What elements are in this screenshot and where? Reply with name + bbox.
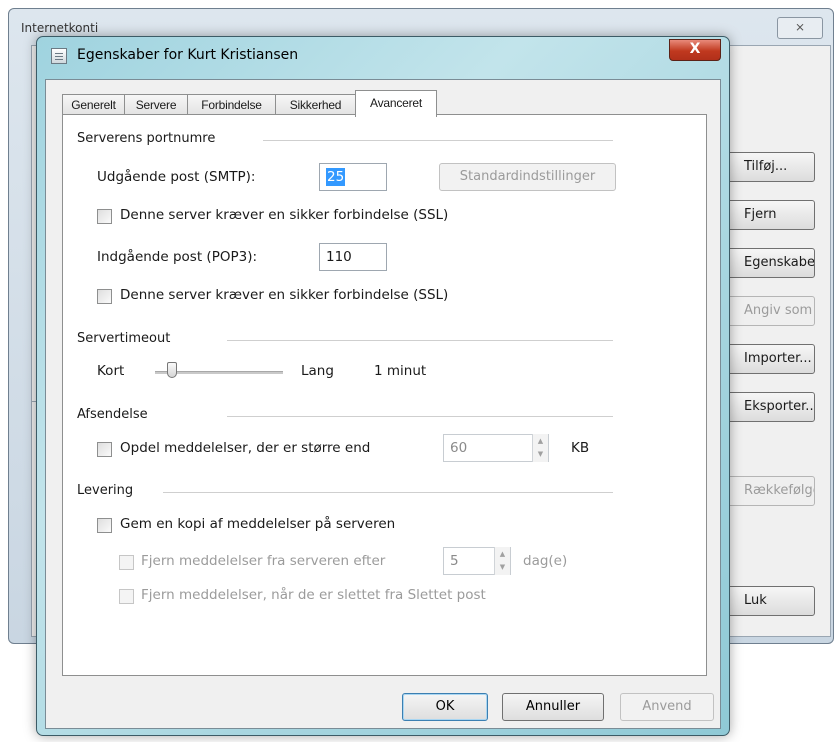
properties-dialog: Egenskaber for Kurt Kristiansen X Genere… xyxy=(36,36,730,736)
pop3-ssl-checkbox[interactable] xyxy=(97,289,112,304)
spinner-down-icon[interactable]: ▼ xyxy=(533,448,548,461)
export-button[interactable]: Eksporter... xyxy=(715,392,815,422)
split-size-unit: KB xyxy=(571,440,590,456)
keep-copy-label: Gem en kopi af meddelelser på serveren xyxy=(120,516,396,532)
smtp-port-label: Udgående post (SMTP): xyxy=(97,169,256,185)
split-messages-checkbox[interactable] xyxy=(97,442,112,457)
dialog-title: Egenskaber for Kurt Kristiansen xyxy=(77,47,299,63)
spinner-down-icon[interactable]: ▼ xyxy=(495,561,510,574)
cancel-button[interactable]: Annuller xyxy=(502,693,604,721)
close-button[interactable]: Luk xyxy=(715,586,815,616)
background-window-close-button[interactable]: ⨯ xyxy=(777,17,823,39)
timeout-long-label: Lang xyxy=(301,363,334,379)
pop3-ssl-label: Denne server kræver en sikker forbindels… xyxy=(120,287,449,303)
add-account-button[interactable]: Tilføj... xyxy=(715,152,815,182)
account-properties-button[interactable]: Egenskaber xyxy=(715,248,815,278)
remove-after-unit: dag(e) xyxy=(523,553,568,569)
remove-account-button[interactable]: Fjern xyxy=(715,200,815,230)
keep-copy-checkbox[interactable] xyxy=(97,518,112,533)
defaults-button[interactable]: Standardindstillinger xyxy=(439,163,616,191)
group-heading-delivery: Levering xyxy=(77,483,134,498)
smtp-port-value: 25 xyxy=(326,168,346,186)
group-heading-ports: Serverens portnumre xyxy=(77,131,216,146)
tab-servere[interactable]: Servere xyxy=(124,94,188,116)
split-size-spinner[interactable]: ▲ ▼ xyxy=(532,434,548,462)
remove-after-checkbox[interactable] xyxy=(119,555,134,570)
background-window-title: Internetkonti xyxy=(21,21,99,35)
group-heading-timeout: Servertimeout xyxy=(77,331,171,346)
group-divider xyxy=(227,340,613,341)
pop3-port-input[interactable]: 110 xyxy=(319,243,387,271)
timeout-short-label: Kort xyxy=(97,363,125,379)
advanced-tab-panel: Serverens portnumre Udgående post (SMTP)… xyxy=(62,114,707,676)
dialog-body: Generelt Servere Forbindelse Sikkerhed A… xyxy=(45,79,721,729)
smtp-port-input[interactable]: 25 xyxy=(319,163,387,191)
spinner-up-icon[interactable]: ▲ xyxy=(495,548,510,561)
group-divider xyxy=(263,140,613,141)
remove-deleted-label: Fjern meddelelser, når de er slettet fra… xyxy=(141,587,486,603)
split-messages-label: Opdel meddelelser, der er større end xyxy=(120,440,371,456)
apply-button[interactable]: Anvend xyxy=(620,693,714,721)
set-default-button[interactable]: Angiv som standard xyxy=(715,296,815,326)
smtp-ssl-label: Denne server kræver en sikker forbindels… xyxy=(120,207,449,223)
remove-after-label: Fjern meddelelser fra serveren efter xyxy=(141,553,386,569)
group-divider xyxy=(227,416,613,417)
tab-avanceret[interactable]: Avanceret xyxy=(355,90,437,117)
order-button[interactable]: Rækkefølge... xyxy=(715,476,815,506)
smtp-ssl-checkbox[interactable] xyxy=(97,209,112,224)
tab-sikkerhed[interactable]: Sikkerhed xyxy=(275,94,356,116)
remove-after-spinner[interactable]: ▲ ▼ xyxy=(494,547,510,575)
import-button[interactable]: Importer... xyxy=(715,344,815,374)
timeout-slider-thumb[interactable] xyxy=(166,362,177,378)
tab-forbindelse[interactable]: Forbindelse xyxy=(187,94,276,116)
timeout-value-text: 1 minut xyxy=(374,363,427,379)
ok-button[interactable]: OK xyxy=(402,693,488,721)
tab-generelt[interactable]: Generelt xyxy=(62,94,125,116)
remove-deleted-checkbox[interactable] xyxy=(119,589,134,604)
spinner-up-icon[interactable]: ▲ xyxy=(533,435,548,448)
group-heading-sending: Afsendelse xyxy=(77,407,148,422)
pop3-port-label: Indgående post (POP3): xyxy=(97,249,258,265)
dialog-close-button[interactable]: X xyxy=(669,39,721,61)
group-divider xyxy=(163,492,613,493)
mail-account-icon xyxy=(51,48,67,64)
